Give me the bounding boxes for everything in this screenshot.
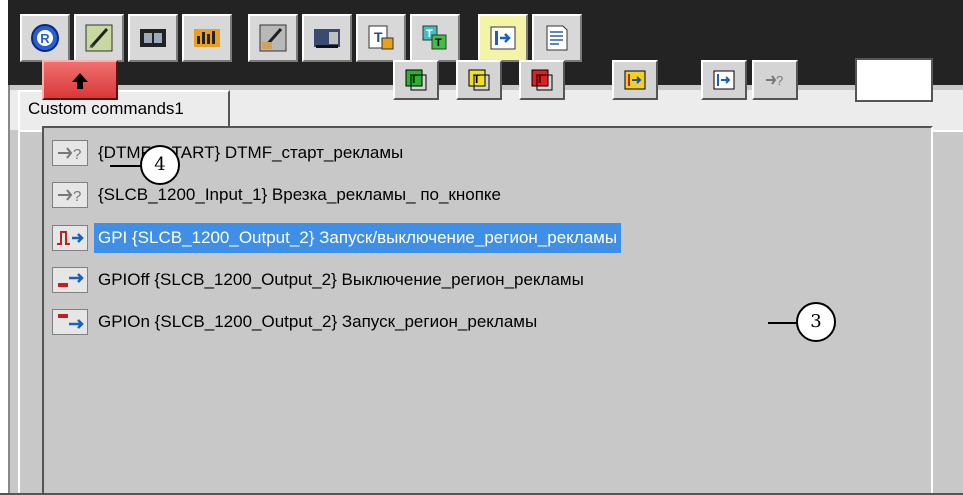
text-layers-button[interactable]: T T	[410, 14, 460, 62]
gpi-off-icon	[52, 267, 88, 293]
query-arrow-icon: ?	[52, 182, 88, 208]
text-template-button[interactable]: T	[356, 14, 406, 62]
list-item-text: GPI {SLCB_1200_Output_2} Запуск/выключен…	[94, 223, 622, 253]
window-left-edge	[8, 85, 10, 495]
add-yellow-text-button[interactable]: T	[456, 60, 502, 100]
svg-text:T: T	[426, 28, 433, 40]
brush-button[interactable]	[74, 14, 124, 62]
text-layers-icon: T T	[422, 25, 447, 50]
paint-edit-icon	[259, 24, 287, 52]
list-item[interactable]: GPIOff {SLCB_1200_Output_2} Выключение_р…	[52, 265, 912, 295]
command-run-icon	[713, 70, 735, 90]
video-clip-icon	[314, 29, 340, 48]
text-yellow-icon: T	[468, 69, 490, 91]
tab-label: Custom commands1	[28, 99, 184, 118]
svg-text:T: T	[536, 72, 544, 86]
video-clip-button[interactable]	[302, 14, 352, 62]
text-template-icon: T	[368, 25, 394, 50]
command-execute-icon	[490, 26, 516, 50]
callout-4: 4	[140, 145, 180, 185]
filmstrip-icon	[140, 29, 166, 47]
registered-button[interactable]: R	[20, 14, 70, 62]
arrow-up-icon	[72, 73, 88, 89]
level-meter-icon	[194, 29, 220, 47]
gpi-command-icon	[624, 70, 646, 90]
callout-3: 3	[796, 302, 836, 342]
svg-text:T: T	[473, 72, 481, 86]
svg-text:?: ?	[776, 73, 783, 88]
document-button[interactable]	[532, 14, 582, 62]
list-item-text: GPIOff {SLCB_1200_Output_2} Выключение_р…	[98, 270, 584, 289]
paint-edit-button[interactable]	[248, 14, 298, 62]
command-execute-button[interactable]	[478, 14, 528, 62]
filmstrip-button[interactable]	[128, 14, 178, 62]
add-gpi-command-button[interactable]	[612, 60, 658, 100]
text-red-icon: T	[531, 69, 553, 91]
svg-text:T: T	[435, 37, 442, 49]
command-query-icon: ?	[766, 73, 783, 88]
callout-line-3	[768, 322, 798, 324]
list-item[interactable]: ? {DTMF_START} DTMF_старт_рекламы	[52, 138, 912, 168]
document-icon	[546, 25, 568, 51]
level-meter-button[interactable]	[182, 14, 232, 62]
gpi-pulse-icon	[52, 225, 88, 251]
query-arrow-icon: ?	[52, 140, 88, 166]
list-item-selected[interactable]: GPI {SLCB_1200_Output_2} Запуск/выключен…	[52, 223, 912, 253]
svg-text:?: ?	[73, 188, 81, 205]
add-command-button[interactable]	[701, 60, 747, 100]
callout-line-4	[110, 165, 142, 167]
svg-text:T: T	[410, 72, 418, 86]
brush-icon	[85, 24, 113, 52]
add-green-text-button[interactable]: T	[393, 60, 439, 100]
value-field[interactable]	[855, 58, 933, 102]
move-up-button[interactable]	[42, 60, 118, 100]
text-green-icon: T	[405, 69, 427, 91]
svg-text:?: ?	[73, 146, 81, 163]
add-query-command-button[interactable]: ?	[752, 60, 798, 100]
svg-text:R: R	[40, 31, 50, 46]
gpi-on-icon	[52, 309, 88, 335]
add-red-text-button[interactable]: T	[519, 60, 565, 100]
registered-icon: R	[31, 24, 59, 52]
list-item-text: GPIOn {SLCB_1200_Output_2} Запуск_регион…	[98, 312, 538, 331]
list-item[interactable]: ? {SLCB_1200_Input_1} Врезка_рекламы_ по…	[52, 180, 912, 210]
